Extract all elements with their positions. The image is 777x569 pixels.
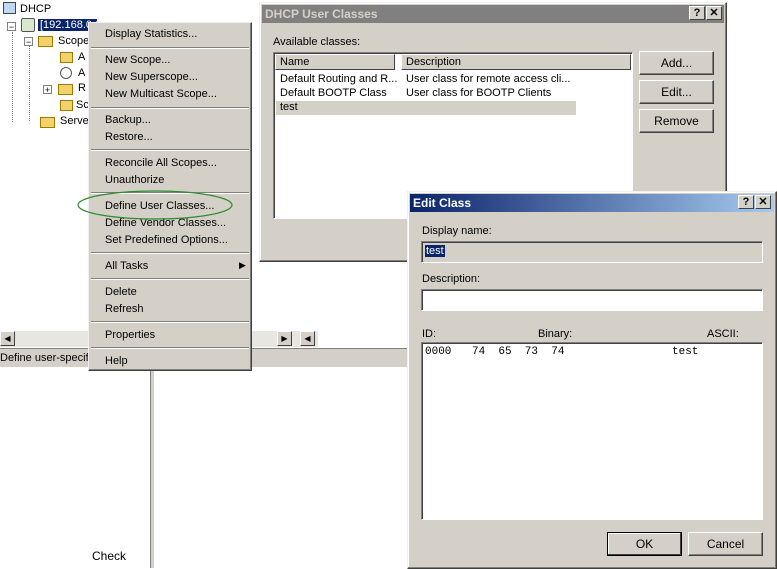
- submenu-arrow-icon: ▶: [239, 260, 246, 270]
- available-classes-label: Available classes:: [273, 36, 361, 48]
- help-button[interactable]: ?: [738, 195, 754, 209]
- expand-collapse-icon[interactable]: +: [43, 85, 52, 95]
- remove-button[interactable]: Remove: [639, 109, 714, 133]
- menu-item-new-superscope[interactable]: New Superscope...: [105, 71, 198, 83]
- table-row[interactable]: Default Routing and R... User class for …: [276, 73, 576, 87]
- cancel-button[interactable]: Cancel: [688, 532, 763, 556]
- menu-separator: [91, 321, 249, 323]
- dhcp-server-icon: [21, 18, 35, 32]
- menu-separator: [91, 47, 249, 49]
- dialog-titlebar: Edit Class: [410, 194, 774, 212]
- scroll-right-arrow-icon[interactable]: ▶: [277, 331, 292, 346]
- menu-item-delete[interactable]: Delete: [105, 286, 137, 298]
- bottom-text: Check: [92, 549, 127, 563]
- scroll-left-arrow-icon[interactable]: ◀: [300, 331, 315, 346]
- menu-separator: [91, 278, 249, 280]
- tree-line: [29, 46, 31, 121]
- scroll-left-arrow-icon[interactable]: ◀: [0, 331, 15, 346]
- description-label: Description:: [422, 273, 481, 285]
- menu-item-reconcile-all-scopes[interactable]: Reconcile All Scopes...: [105, 157, 217, 169]
- menu-item-refresh[interactable]: Refresh: [105, 303, 144, 315]
- menu-separator: [91, 107, 249, 109]
- display-name-value: test: [425, 245, 445, 257]
- menu-item-set-predefined-options[interactable]: Set Predefined Options...: [105, 234, 228, 246]
- tree-child-r[interactable]: R: [78, 82, 86, 94]
- server-options-folder-icon: [40, 117, 55, 128]
- menu-separator: [91, 347, 249, 349]
- menu-item-unauthorize[interactable]: Unauthorize: [105, 174, 164, 186]
- leases-icon: [60, 67, 72, 79]
- table-row[interactable]: Default BOOTP Class User class for BOOTP…: [276, 87, 576, 101]
- menu-separator: [91, 149, 249, 151]
- menu-item-all-tasks[interactable]: All Tasks: [105, 260, 148, 272]
- column-header-description[interactable]: Description: [401, 54, 631, 70]
- tree-child-a1[interactable]: A: [78, 51, 85, 63]
- menu-item-restore[interactable]: Restore...: [105, 131, 153, 143]
- tree-child-s[interactable]: Sc: [76, 99, 89, 111]
- ascii-label: ASCII:: [707, 328, 739, 340]
- expand-collapse-icon[interactable]: −: [24, 37, 33, 47]
- address-pool-icon: [60, 52, 73, 63]
- ok-button[interactable]: OK: [607, 532, 682, 556]
- dialog-title: DHCP User Classes: [265, 7, 378, 21]
- scope-options-icon: [60, 100, 73, 111]
- highlight-ellipse: [77, 190, 233, 220]
- data-hex: 74 65 73 74: [472, 346, 565, 358]
- menu-item-display-statistics[interactable]: Display Statistics...: [105, 28, 197, 40]
- server-icon: [3, 2, 16, 14]
- description-field[interactable]: [421, 289, 763, 311]
- menu-item-new-multicast-scope[interactable]: New Multicast Scope...: [105, 88, 217, 100]
- id-label: ID:: [422, 328, 437, 340]
- edit-class-dialog: Edit Class ? ✕ Display name: test Descri…: [407, 191, 777, 569]
- pane-divider: [150, 366, 154, 568]
- display-name-field[interactable]: test: [421, 241, 763, 263]
- tree-server-options-label[interactable]: Serve: [60, 115, 89, 127]
- tree-child-a2[interactable]: A: [78, 67, 85, 79]
- close-button[interactable]: ✕: [755, 195, 771, 209]
- menu-item-properties[interactable]: Properties: [105, 329, 155, 341]
- display-name-label: Display name:: [422, 225, 492, 237]
- add-button[interactable]: Add...: [639, 51, 714, 75]
- tree-scope-label[interactable]: Scope: [58, 35, 89, 47]
- help-button[interactable]: ?: [689, 6, 705, 20]
- menu-item-new-scope[interactable]: New Scope...: [105, 54, 170, 66]
- dialog-titlebar: DHCP User Classes: [262, 5, 724, 23]
- dialog-title: Edit Class: [413, 196, 472, 210]
- table-row-selected[interactable]: test: [276, 101, 576, 115]
- menu-item-backup[interactable]: Backup...: [105, 114, 151, 126]
- binary-data-editor[interactable]: 0000 74 65 73 74 test: [421, 342, 763, 520]
- status-text: Define user-specific: [0, 352, 97, 364]
- tree-line: [12, 32, 14, 122]
- menu-item-help[interactable]: Help: [105, 355, 128, 367]
- column-header-name[interactable]: Name: [275, 54, 395, 70]
- binary-label: Binary:: [538, 328, 573, 340]
- tree-root-label[interactable]: DHCP: [20, 3, 51, 15]
- folder-icon: [38, 36, 53, 47]
- data-offset: 0000: [425, 346, 452, 358]
- menu-separator: [91, 252, 249, 254]
- reservations-folder-icon: [58, 84, 73, 95]
- expand-collapse-icon[interactable]: −: [7, 22, 16, 32]
- close-button[interactable]: ✕: [706, 6, 722, 20]
- data-ascii: test: [672, 346, 699, 358]
- edit-button[interactable]: Edit...: [639, 80, 714, 104]
